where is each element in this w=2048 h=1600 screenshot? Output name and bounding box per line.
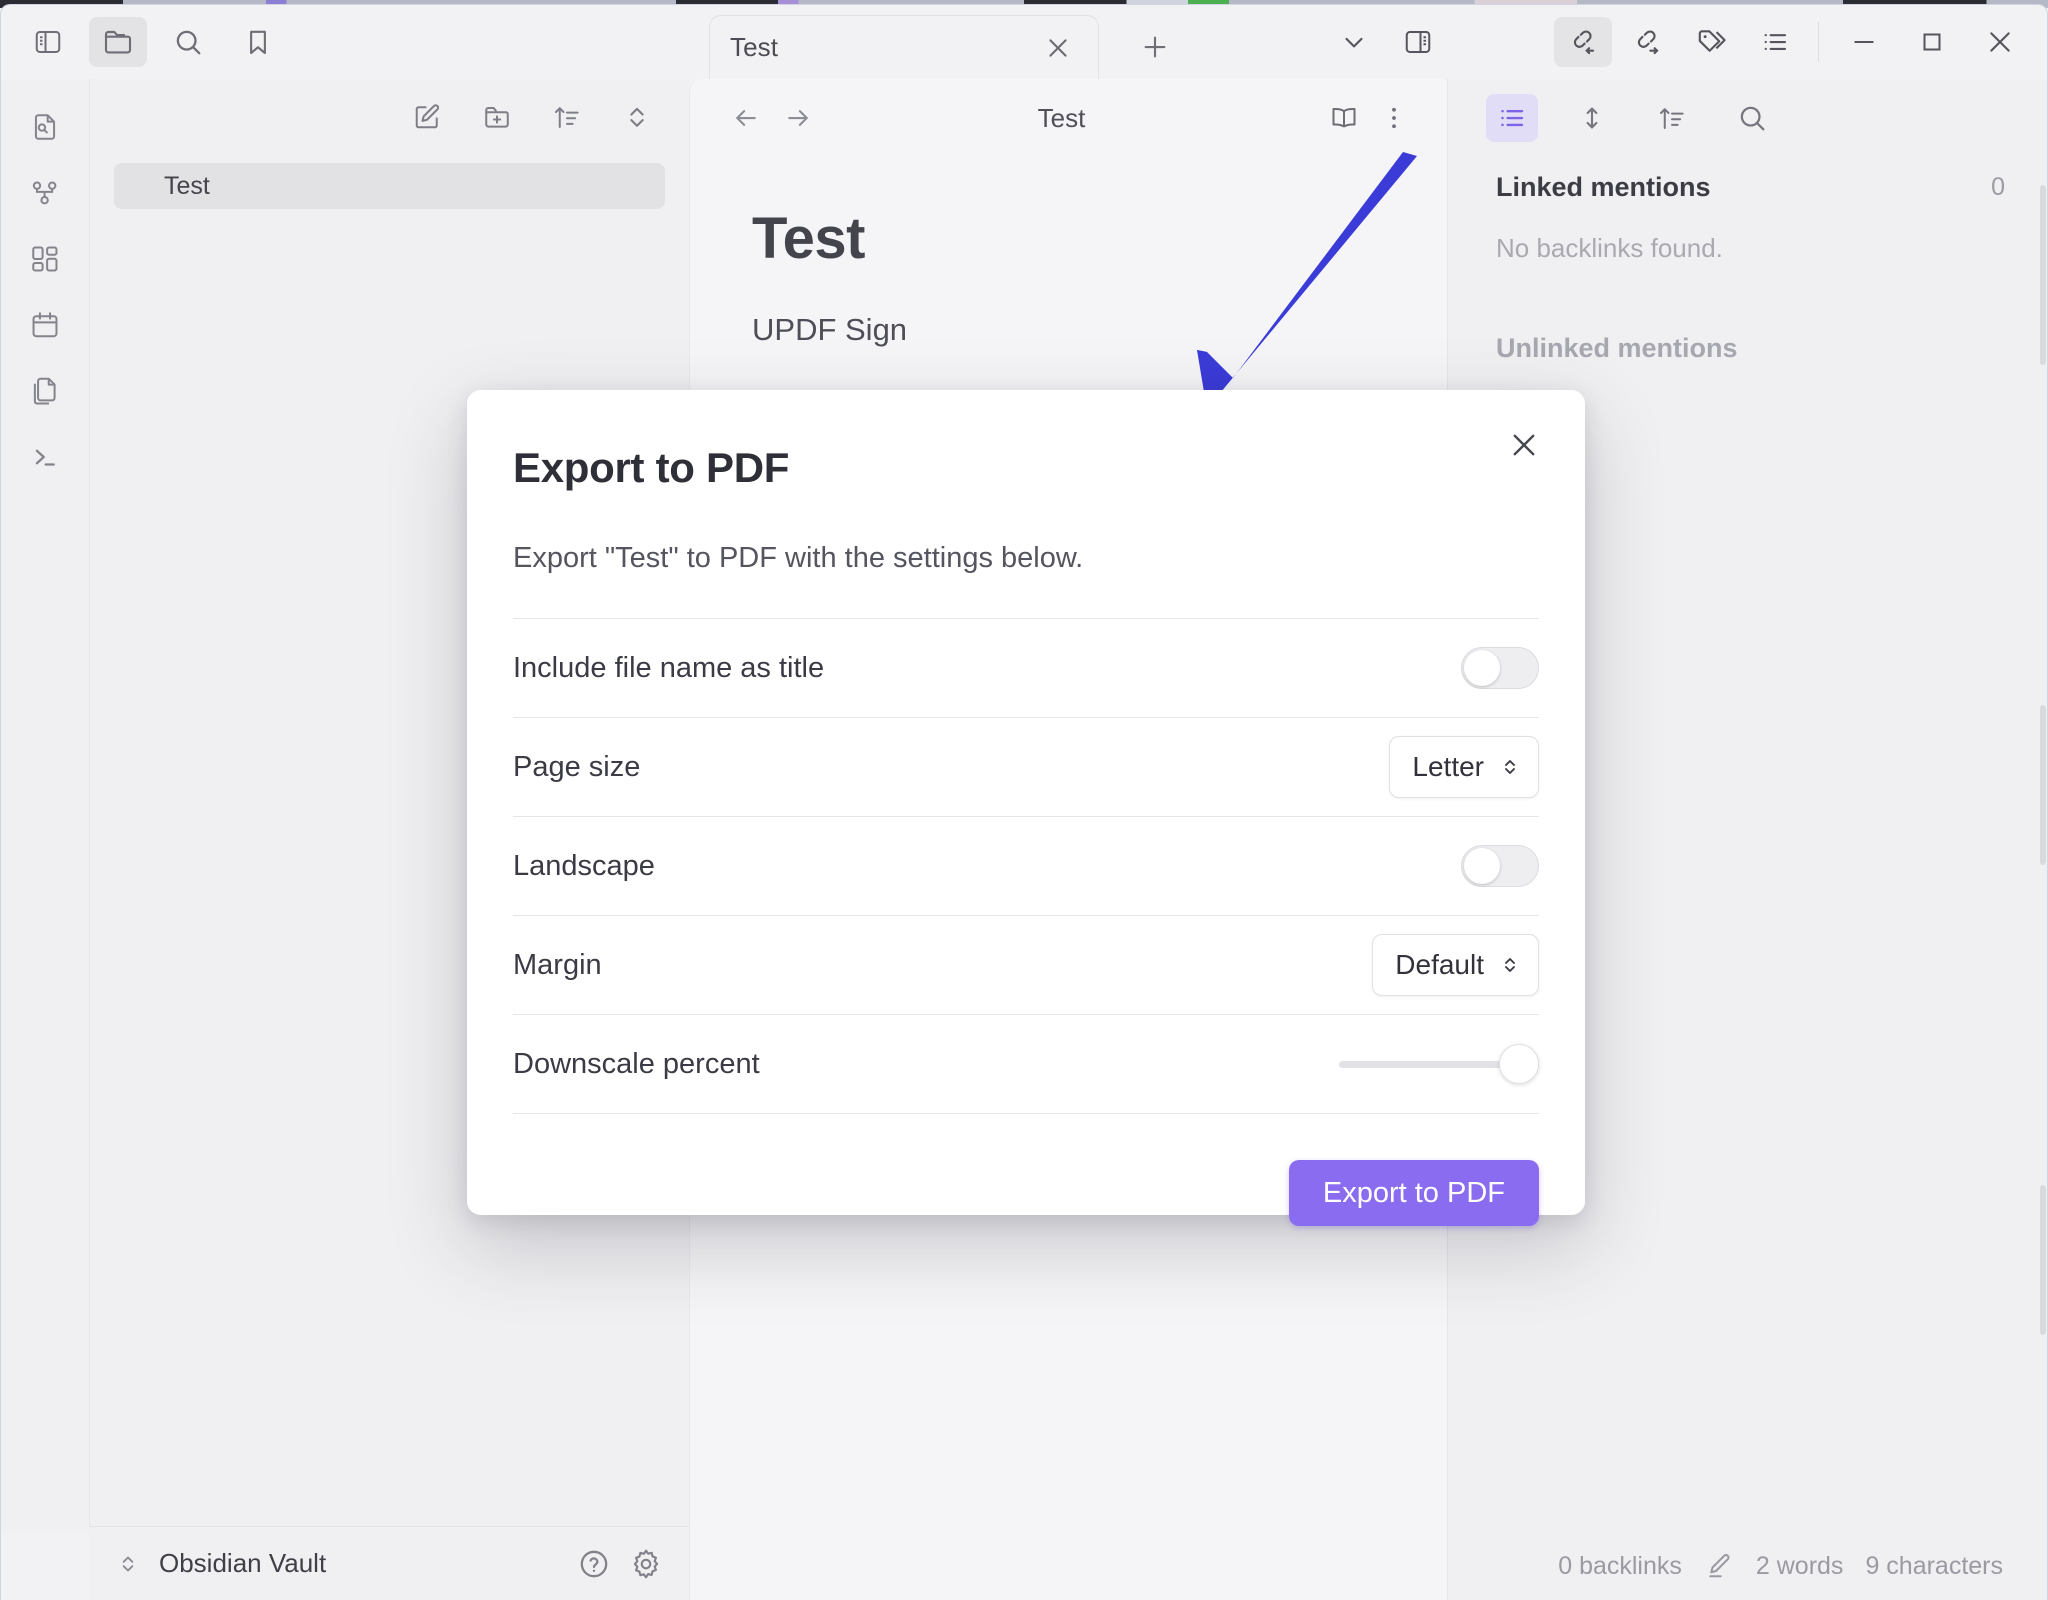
status-bar: 0 backlinks 2 words 9 characters [1536, 1540, 2025, 1592]
note-heading: Test [752, 205, 1387, 272]
unlinked-mentions-title: Unlinked mentions [1496, 333, 2005, 364]
select-value: Letter [1412, 751, 1484, 783]
tab-test[interactable]: Test [709, 15, 1099, 79]
show-as-list-icon[interactable] [1486, 94, 1538, 142]
editor-title: Test [804, 103, 1319, 134]
explorer-toolbar [90, 79, 689, 155]
backlinks-icon[interactable] [1554, 17, 1612, 67]
tab-strip-right-controls [1325, 17, 1447, 67]
setting-margin: Margin Default [513, 916, 1539, 1015]
tags-icon[interactable] [1682, 17, 1740, 67]
unlinked-mentions-header[interactable]: Unlinked mentions [1448, 318, 2047, 378]
files-icon[interactable] [89, 17, 147, 67]
chevron-down-icon[interactable] [1325, 17, 1383, 67]
tab-close-icon[interactable] [1038, 28, 1078, 68]
edit-pencil-icon[interactable] [1704, 1551, 1734, 1581]
setting-landscape: Landscape [513, 817, 1539, 916]
bookmark-icon[interactable] [229, 17, 287, 67]
graph-view-icon[interactable] [16, 167, 74, 219]
status-word-count[interactable]: 2 words [1756, 1552, 1844, 1581]
setting-label: Page size [513, 751, 1389, 784]
close-window-icon[interactable] [1969, 17, 2031, 67]
vault-name: Obsidian Vault [159, 1548, 559, 1579]
chevron-updown-icon[interactable] [115, 1551, 141, 1577]
help-icon[interactable] [577, 1547, 611, 1581]
outgoing-links-icon[interactable] [1618, 17, 1676, 67]
collapse-all-icon[interactable] [613, 95, 661, 139]
linked-mentions-count: 0 [1991, 173, 2005, 202]
templates-icon[interactable] [16, 365, 74, 417]
setting-label: Margin [513, 949, 1372, 982]
canvas-icon[interactable] [16, 233, 74, 285]
chevron-updown-icon [1498, 755, 1522, 779]
scrollbar-segment[interactable] [2040, 1185, 2046, 1335]
expand-collapse-icon[interactable] [1566, 94, 1618, 142]
slider-thumb[interactable] [1499, 1044, 1539, 1084]
status-char-count[interactable]: 9 characters [1865, 1552, 2003, 1581]
no-backlinks-message: No backlinks found. [1448, 217, 2047, 280]
tab-strip: Test [689, 5, 1461, 79]
dialog-close-icon[interactable] [1497, 418, 1551, 472]
linked-mentions-header[interactable]: Linked mentions 0 [1448, 157, 2047, 217]
list-item[interactable]: Test [114, 163, 665, 209]
setting-label: Include file name as title [513, 652, 1461, 685]
search-icon[interactable] [1726, 94, 1778, 142]
editor-header: Test [690, 79, 1449, 157]
maximize-icon[interactable] [1901, 17, 1963, 67]
dialog-actions: Export to PDF [513, 1114, 1539, 1226]
sort-order-icon[interactable] [1646, 94, 1698, 142]
setting-label: Landscape [513, 850, 1461, 883]
setting-include-file-name: Include file name as title [513, 619, 1539, 718]
margin-select[interactable]: Default [1372, 934, 1539, 996]
scrollbar-segment[interactable] [2040, 185, 2046, 365]
select-value: Default [1395, 949, 1484, 981]
downscale-percent-slider[interactable] [1339, 1044, 1539, 1084]
outline-icon[interactable] [1746, 17, 1804, 67]
gear-icon[interactable] [629, 1547, 663, 1581]
app-window-frame: Test [0, 4, 2048, 1600]
status-backlinks[interactable]: 0 backlinks [1558, 1552, 1682, 1581]
left-ribbon [1, 79, 89, 1531]
terminal-icon[interactable] [16, 431, 74, 483]
toolbar-divider [1818, 22, 1819, 62]
new-tab-icon[interactable] [1129, 21, 1181, 73]
include-file-name-toggle[interactable] [1461, 647, 1539, 689]
search-in-file-icon[interactable] [16, 101, 74, 153]
setting-page-size: Page size Letter [513, 718, 1539, 817]
setting-label: Downscale percent [513, 1048, 1339, 1081]
note-content[interactable]: Test UPDF Sign [690, 157, 1449, 348]
export-to-pdf-button[interactable]: Export to PDF [1289, 1160, 1539, 1226]
export-to-pdf-dialog: Export to PDF Export "Test" to PDF with … [467, 390, 1585, 1215]
toggle-knob [1464, 848, 1500, 884]
dialog-description: Export "Test" to PDF with the settings b… [513, 492, 1539, 575]
toggle-sidebar-icon[interactable] [19, 17, 77, 67]
backlinks-toolbar [1448, 79, 2047, 157]
window-controls [1554, 5, 2047, 79]
scrollbar-segment[interactable] [2040, 705, 2046, 865]
page-size-select[interactable]: Letter [1389, 736, 1539, 798]
minimize-icon[interactable] [1833, 17, 1895, 67]
reading-view-icon[interactable] [1319, 94, 1369, 142]
new-note-icon[interactable] [403, 95, 451, 139]
back-arrow-icon[interactable] [720, 94, 772, 142]
toggle-knob [1464, 650, 1500, 686]
landscape-toggle[interactable] [1461, 845, 1539, 887]
title-bar: Test [1, 5, 2047, 79]
calendar-icon[interactable] [16, 299, 74, 351]
more-options-icon[interactable] [1369, 94, 1419, 142]
note-paragraph: UPDF Sign [752, 312, 1387, 348]
dialog-title: Export to PDF [513, 390, 1539, 492]
new-folder-icon[interactable] [473, 95, 521, 139]
sort-order-icon[interactable] [543, 95, 591, 139]
chevron-updown-icon [1498, 953, 1522, 977]
search-icon[interactable] [159, 17, 217, 67]
file-name: Test [164, 172, 210, 201]
toggle-right-sidebar-icon[interactable] [1389, 17, 1447, 67]
setting-downscale-percent: Downscale percent [513, 1015, 1539, 1114]
linked-mentions-title: Linked mentions [1496, 172, 1991, 203]
tab-label: Test [730, 32, 1038, 63]
obsidian-app-window: Test [0, 0, 2048, 1600]
top-ribbon-left [1, 5, 689, 79]
vault-switcher-bar[interactable]: Obsidian Vault [89, 1526, 689, 1600]
